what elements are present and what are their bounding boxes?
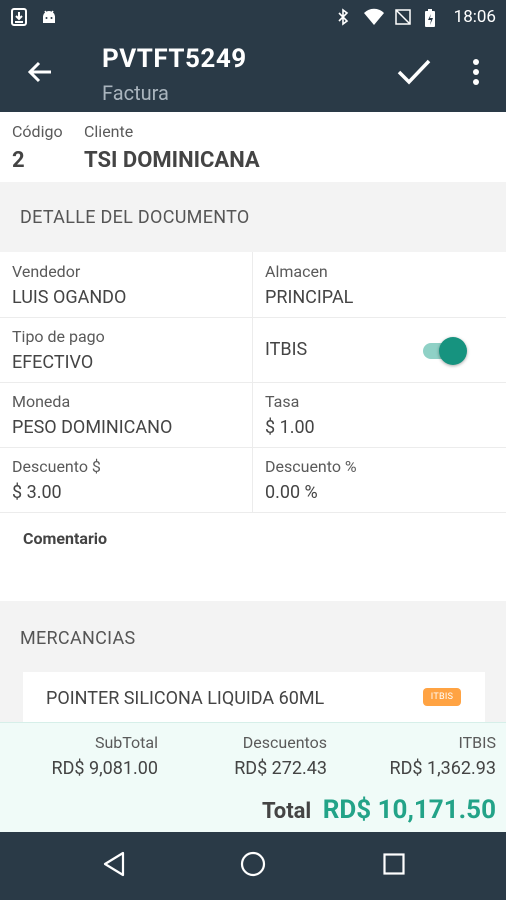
save-button[interactable] (394, 54, 434, 94)
codigo-value[interactable]: 2 (12, 148, 25, 173)
itbis-toggle[interactable] (421, 336, 467, 365)
total-value: RD$ 10,171.50 (322, 795, 496, 825)
almacen-field[interactable]: Almacen PRINCIPAL (253, 252, 506, 317)
back-arrow-icon (27, 59, 53, 89)
overflow-menu-button[interactable] (458, 54, 494, 94)
status-bar: 18:06 (0, 0, 506, 34)
vendedor-label: Vendedor (12, 262, 81, 281)
descuento-porcentaje-label: Descuento % (265, 457, 357, 476)
nav-recents-button[interactable] (374, 846, 414, 886)
descuento-monto-value: $ 3.00 (12, 482, 62, 503)
nav-back-button[interactable] (94, 846, 134, 886)
client-header: Código 2 Cliente TSI DOMINICANA (0, 112, 506, 182)
almacen-value: PRINCIPAL (265, 287, 354, 308)
mercancias-section-title: MERCANCIAS (20, 628, 136, 649)
total-label: Total (262, 799, 312, 824)
tipo-pago-field[interactable]: Tipo de pago EFECTIVO (0, 317, 253, 382)
descuentos-label: Descuentos (242, 733, 327, 752)
vendedor-field[interactable]: Vendedor LUIS OGANDO (0, 252, 253, 317)
tipo-pago-label: Tipo de pago (12, 327, 105, 346)
detalle-section-title: DETALLE DEL DOCUMENTO (20, 207, 250, 228)
descuentos-value: RD$ 272.43 (234, 758, 327, 779)
descuento-monto-field[interactable]: Descuento $ $ 3.00 (0, 447, 253, 512)
itbis-total-label: ITBIS (458, 733, 497, 752)
tipo-pago-value: EFECTIVO (12, 352, 94, 373)
moneda-field[interactable]: Moneda PESO DOMINICANO (0, 382, 253, 447)
more-vert-icon (473, 59, 479, 89)
codigo-label: Código (12, 122, 63, 141)
cliente-value[interactable]: TSI DOMINICANA (84, 148, 260, 173)
almacen-label: Almacen (265, 262, 328, 281)
descuento-porcentaje-value: 0.00 % (265, 482, 318, 503)
document-type: Factura (102, 81, 169, 105)
status-time: 18:06 (453, 7, 496, 27)
subtotal-label: SubTotal (94, 733, 158, 752)
nav-recents-icon (383, 853, 405, 879)
itbis-total-value: RD$ 1,362.93 (389, 758, 496, 779)
descuentos-block: Descuentos RD$ 272.43 (234, 733, 327, 779)
nav-home-icon (240, 851, 266, 881)
detalle-section-header: DETALLE DEL DOCUMENTO (0, 182, 506, 252)
detail-grid: Vendedor LUIS OGANDO Almacen PRINCIPAL T… (0, 252, 506, 513)
tasa-field[interactable]: Tasa $ 1.00 (253, 382, 506, 447)
itbis-badge: ITBIS (423, 688, 461, 706)
comentario-field[interactable]: Comentario (0, 513, 506, 601)
list-item[interactable]: POINTER SILICONA LIQUIDA 60ML ITBIS (23, 672, 485, 724)
vendedor-value: LUIS OGANDO (12, 287, 127, 308)
document-number: PVTFT5249 (102, 44, 247, 74)
product-name: POINTER SILICONA LIQUIDA 60ML (46, 688, 325, 709)
check-icon (397, 58, 431, 90)
moneda-value: PESO DOMINICANO (12, 417, 173, 438)
tasa-value: $ 1.00 (265, 417, 315, 438)
moneda-label: Moneda (12, 392, 71, 411)
android-icon (40, 8, 58, 26)
battery-charging-icon (424, 8, 442, 27)
wifi-icon (363, 8, 384, 26)
no-signal-icon (394, 8, 412, 26)
subtotal-value: RD$ 9,081.00 (51, 758, 158, 779)
itbis-field: ITBIS (253, 317, 506, 382)
itbis-toggle-label: ITBIS (265, 339, 308, 360)
totals-panel: SubTotal RD$ 9,081.00 Descuentos RD$ 272… (0, 722, 506, 832)
cliente-label: Cliente (84, 122, 134, 141)
subtotal-block: SubTotal RD$ 9,081.00 (52, 733, 158, 779)
download-icon (10, 8, 28, 26)
itbis-block: ITBIS RD$ 1,362.93 (390, 733, 496, 779)
descuento-monto-label: Descuento $ (12, 457, 101, 476)
nav-back-icon (102, 851, 126, 881)
nav-home-button[interactable] (233, 846, 273, 886)
system-nav-bar (0, 832, 506, 900)
comentario-label: Comentario (23, 529, 108, 548)
descuento-porcentaje-field[interactable]: Descuento % 0.00 % (253, 447, 506, 512)
tasa-label: Tasa (265, 392, 300, 411)
app-bar: PVTFT5249 Factura (0, 34, 506, 112)
back-button[interactable] (20, 54, 60, 94)
bluetooth-icon (334, 8, 352, 26)
